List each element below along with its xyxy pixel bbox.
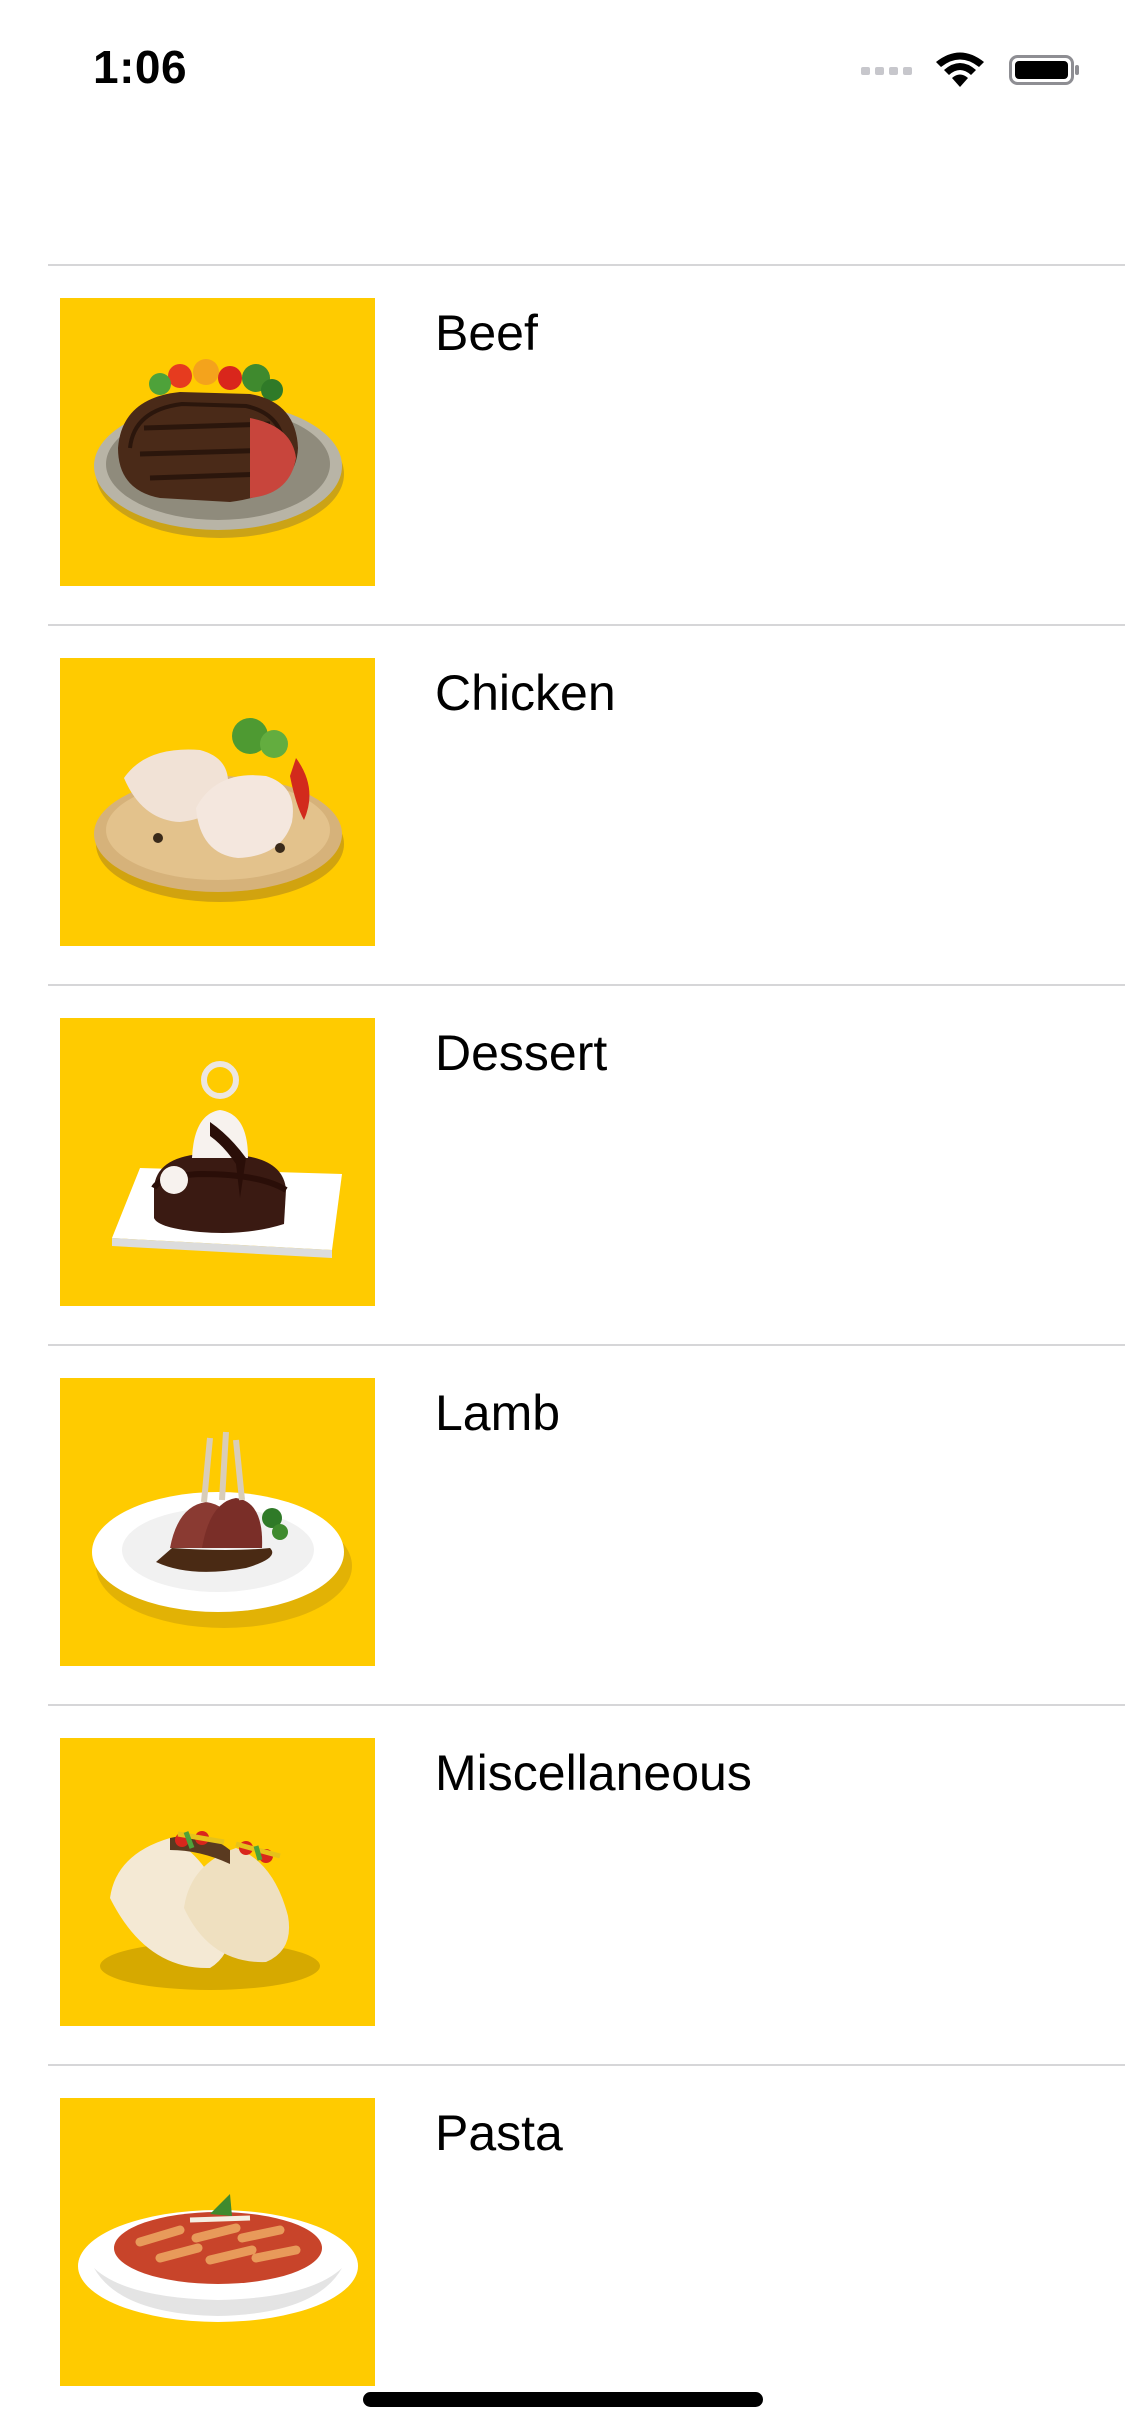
category-row-dessert[interactable]: Dessert — [0, 986, 1125, 1344]
category-list: Beef Chicken Dessert Lamb Miscellaneous … — [0, 264, 1125, 2424]
tacos-image — [60, 1738, 375, 2026]
category-row-lamb[interactable]: Lamb — [0, 1346, 1125, 1704]
cellular-signal-icon — [861, 67, 912, 75]
raw-chicken-board-image — [60, 658, 375, 946]
category-row-miscellaneous[interactable]: Miscellaneous — [0, 1706, 1125, 2064]
status-icons — [861, 50, 1081, 90]
penne-pasta-bowl-image — [60, 2098, 375, 2386]
category-label: Beef — [435, 305, 538, 361]
category-row-chicken[interactable]: Chicken — [0, 626, 1125, 984]
status-time: 1:06 — [93, 41, 188, 93]
steak-plate-image — [60, 298, 375, 586]
wifi-icon — [936, 52, 984, 87]
battery-icon — [1009, 55, 1079, 85]
category-label: Pasta — [435, 2105, 563, 2161]
home-indicator[interactable] — [363, 2392, 763, 2407]
category-label: Lamb — [435, 1385, 561, 1441]
category-label: Miscellaneous — [435, 1745, 752, 1801]
lamb-chops-plate-image — [60, 1378, 375, 1666]
category-label: Dessert — [435, 1025, 608, 1081]
status-bar: 1:06 — [0, 0, 1125, 132]
category-row-pasta[interactable]: Pasta — [0, 2066, 1125, 2424]
chocolate-cake-plate-image — [60, 1018, 375, 1306]
category-row-beef[interactable]: Beef — [0, 266, 1125, 624]
category-label: Chicken — [435, 665, 616, 721]
